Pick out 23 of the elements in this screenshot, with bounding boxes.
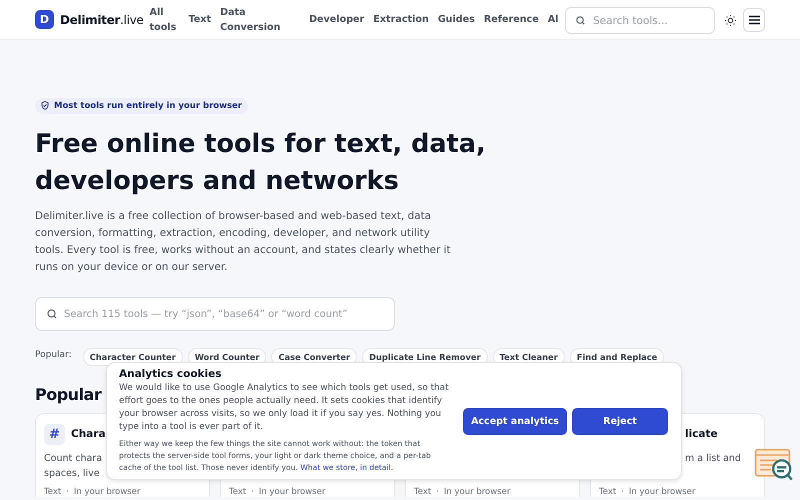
card-category: Text: [599, 487, 616, 497]
card-description: m a list and: [684, 452, 741, 466]
card-runs-location: In your browser: [258, 487, 326, 497]
card-category: Text: [414, 487, 432, 497]
info-badge: Most tools run entirely in your browser: [35, 98, 248, 114]
card-runs-location: In your browser: [628, 487, 696, 497]
card-description: Count chara spaces, live: [44, 452, 102, 481]
section-heading: Popular: [35, 384, 102, 406]
card-title: licate: [685, 428, 718, 440]
card-runs-location: In your browser: [74, 487, 140, 497]
hash-icon: #: [44, 424, 65, 444]
popular-label: Popular:: [35, 350, 72, 360]
card-category: Text: [44, 487, 62, 497]
separator-dot: ·: [436, 487, 439, 497]
separator-dot: ·: [621, 487, 624, 497]
card-title: Chara: [71, 428, 106, 440]
card-category: Text: [229, 487, 246, 497]
separator-dot: ·: [251, 487, 254, 497]
card-runs-location: In your browser: [444, 487, 510, 497]
page-title: Free online tools for text, data, developers and networks: [35, 128, 487, 198]
banner-title: Analytics cookies: [119, 368, 222, 380]
intro-paragraph: Delimiter.live is a free collection of browser-based and web-based text, data conversion, formatting, extraction, encoding, developer, and network utility tools. Every tool is free, works without an account, and states clearly whether it runs on your device or on our server.: [35, 209, 452, 275]
separator-dot: ·: [66, 487, 69, 497]
